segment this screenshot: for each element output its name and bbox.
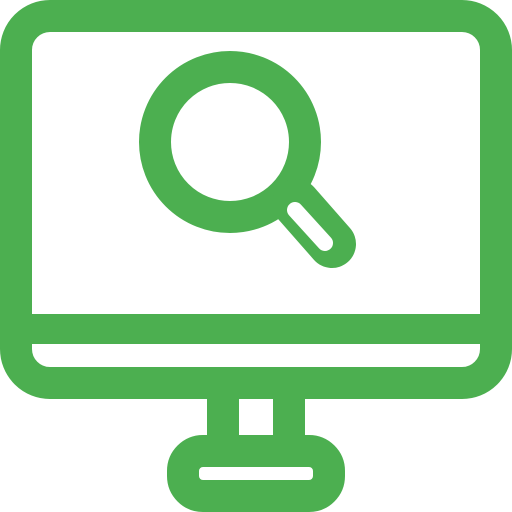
icon-canvas [0, 0, 512, 512]
monitor-stand-base [167, 435, 345, 512]
monitor-search-icon [0, 0, 512, 512]
